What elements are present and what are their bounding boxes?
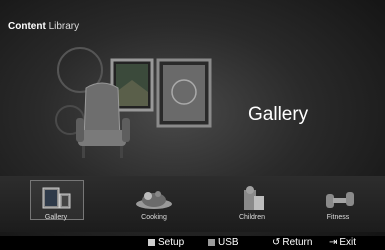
grey-button-icon	[208, 239, 215, 246]
gallery-icon	[42, 187, 71, 209]
cooking-icon	[136, 191, 172, 209]
grey-button-icon	[148, 239, 155, 246]
setup-label: Setup	[158, 237, 185, 248]
exit-icon: ⇥	[329, 237, 338, 248]
category-gallery[interactable]: Gallery	[26, 186, 86, 221]
content-library-screen: Content Library Gallery Gallery Cooking …	[0, 0, 385, 250]
armchair-arm	[122, 118, 130, 142]
return-icon: ↺	[272, 237, 281, 248]
abstract-picture	[163, 65, 205, 121]
category-label: Gallery	[44, 214, 68, 221]
usb-label: USB	[218, 237, 239, 248]
armchair-seat	[78, 130, 126, 146]
fitness-icon	[326, 192, 354, 208]
exit-hint[interactable]: ⇥ Exit	[329, 237, 356, 248]
category-label: Cooking	[141, 214, 167, 221]
category-children[interactable]: Children	[222, 186, 282, 221]
armchair-arm	[76, 118, 84, 142]
category-cooking[interactable]: Cooking	[124, 186, 184, 221]
usb-hint[interactable]: USB	[208, 237, 239, 248]
footer-bar	[0, 236, 385, 250]
return-hint[interactable]: ↺ Return	[272, 237, 312, 248]
children-icon	[244, 186, 264, 210]
gallery-hero-illustration	[55, 47, 212, 158]
category-fitness[interactable]: Fitness	[308, 186, 368, 221]
return-label: Return	[282, 237, 313, 248]
category-label: Fitness	[326, 214, 350, 221]
category-label: Children	[238, 214, 266, 221]
hero-title: Gallery	[248, 104, 309, 125]
app-title-rest: Library	[48, 21, 80, 32]
setup-hint[interactable]: Setup	[148, 237, 184, 248]
exit-label: Exit	[339, 237, 357, 248]
app-title-bold: Content	[8, 21, 46, 32]
app-title: Content Library	[8, 21, 79, 32]
